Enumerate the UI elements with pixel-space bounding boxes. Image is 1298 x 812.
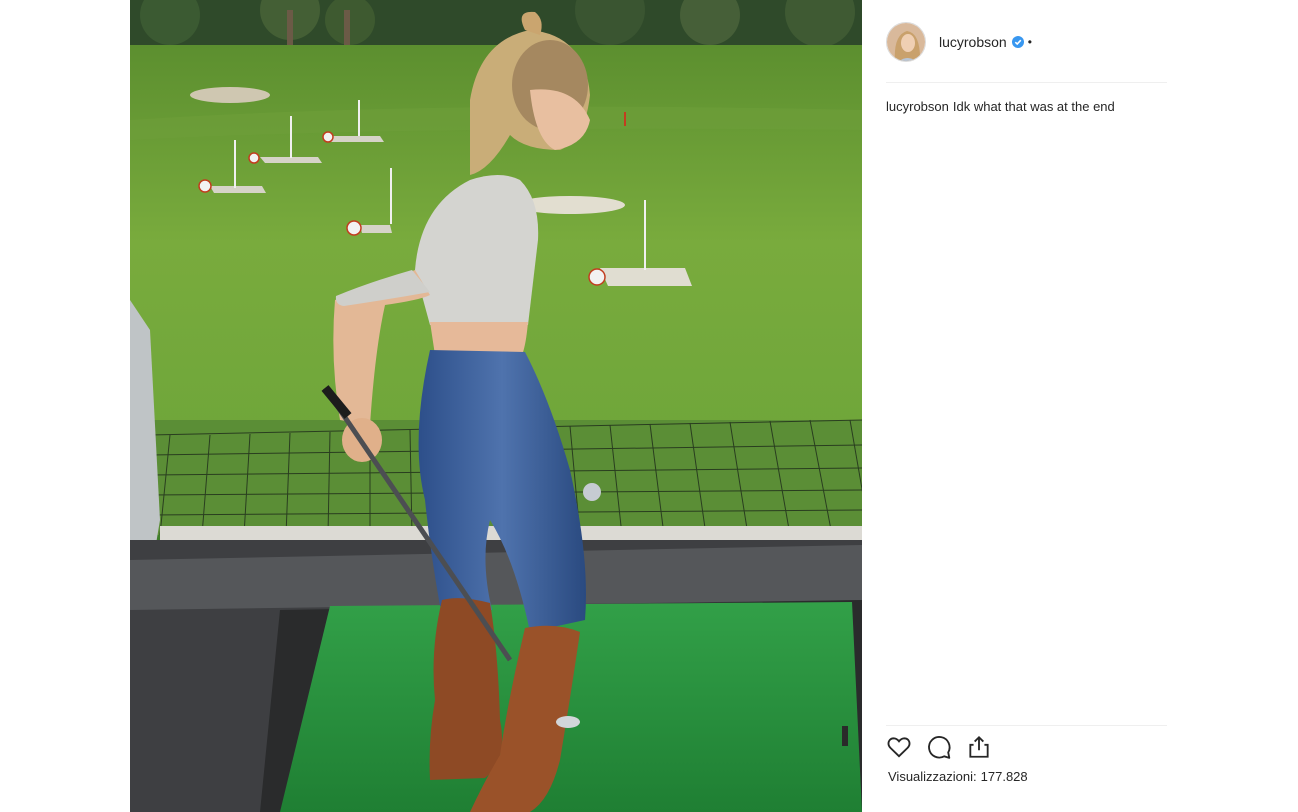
video-frame [130, 0, 862, 812]
comment-button[interactable] [926, 734, 952, 765]
header-divider [886, 82, 1167, 83]
actions-divider [886, 725, 1167, 726]
caption-text: Idk what that was at the end [952, 99, 1115, 114]
header-separator: • [1027, 35, 1032, 49]
like-button[interactable] [886, 734, 912, 765]
username-link[interactable]: lucyrobson [939, 34, 1007, 50]
action-bar [886, 734, 992, 765]
share-icon [969, 735, 989, 758]
post-header: lucyrobson • [886, 20, 1166, 64]
avatar[interactable] [886, 22, 926, 62]
post-details-panel: lucyrobson • lucyrobson Idk what that was… [862, 0, 1298, 812]
caption: lucyrobson Idk what that was at the end [886, 98, 1166, 115]
avatar-image [887, 23, 925, 61]
views-count: 177.828 [980, 769, 1028, 784]
heart-icon [887, 737, 911, 758]
caption-username[interactable]: lucyrobson [886, 99, 949, 114]
share-button[interactable] [966, 734, 992, 765]
post-media[interactable] [130, 0, 862, 812]
views-label: Visualizzazioni: [888, 769, 977, 784]
comment-icon [928, 736, 951, 759]
view-count: Visualizzazioni: 177.828 [888, 769, 1028, 784]
verified-badge-icon [1011, 36, 1024, 48]
